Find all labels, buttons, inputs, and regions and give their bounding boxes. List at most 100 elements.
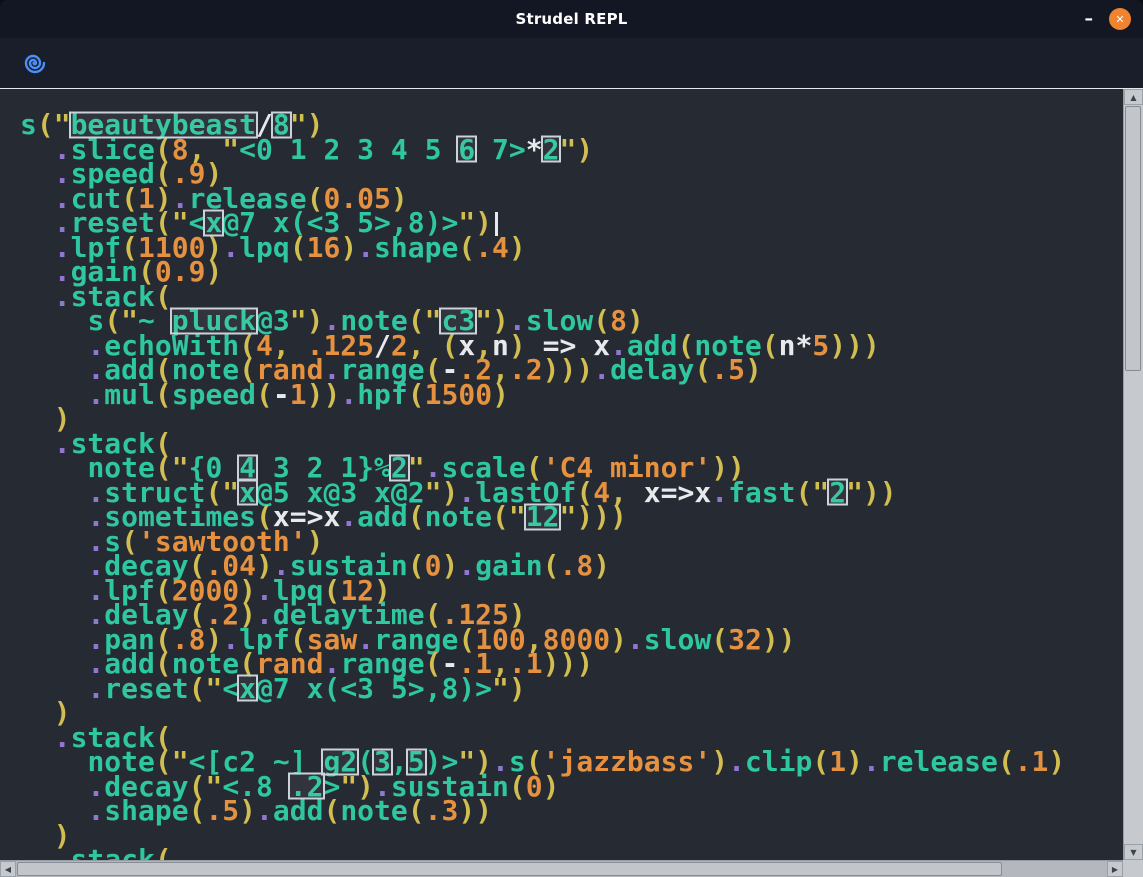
code-line: .stack( (20, 848, 1123, 860)
code-token: ) (441, 549, 458, 582)
code-token: . (340, 378, 357, 411)
code-token: )) (307, 378, 341, 411)
code-token: clip (745, 745, 812, 778)
close-button[interactable]: ✕ (1109, 8, 1131, 30)
code-token: ") (492, 672, 526, 705)
toolbar (0, 38, 1143, 88)
code-token: . (87, 794, 104, 827)
code-line: ) (20, 407, 1123, 432)
code-token: lpq (239, 231, 290, 264)
code-token: ( (189, 794, 206, 827)
code-token: 5 (812, 329, 829, 362)
window-controls: – ✕ (1085, 8, 1143, 30)
code-token: ( (694, 353, 711, 386)
code-token: 0 (526, 770, 543, 803)
code-line: ) (20, 824, 1123, 849)
active-event-highlight: 6 (458, 133, 475, 166)
code-token: 1 (290, 378, 307, 411)
code-token: ( (408, 500, 425, 533)
code-token: 0 (425, 549, 442, 582)
code-token: ))) (543, 647, 594, 680)
code-token: release (880, 745, 998, 778)
code-token: . (458, 549, 475, 582)
active-event-highlight: x (239, 476, 256, 509)
code-token: ( (323, 794, 340, 827)
code-token: ( (509, 770, 526, 803)
code-token: 'jazzbass' (543, 745, 712, 778)
code-token: - (273, 378, 290, 411)
code-token: .1 (1015, 745, 1049, 778)
active-event-highlight: pluck (172, 304, 256, 337)
code-token: ( (408, 794, 425, 827)
scroll-right-icon[interactable]: ▶ (1107, 861, 1123, 877)
code-area[interactable]: s("beautybeast/8") .slice(8, "<0 1 2 3 4… (0, 89, 1123, 860)
active-event-highlight: 5 (408, 745, 425, 778)
code-token: delay (610, 353, 694, 386)
strudel-repl-window: Strudel REPL – ✕ s("beautybeast/8") .sli… (0, 0, 1143, 877)
code-token: ")) (846, 476, 897, 509)
code-token: ( (290, 231, 307, 264)
code-token: ( (408, 549, 425, 582)
code-token: .5 (205, 794, 239, 827)
code-token: . (87, 378, 104, 411)
code-token: shape (104, 794, 188, 827)
code-token: 1500 (425, 378, 492, 411)
code-token: . (711, 476, 728, 509)
code-token: ) (745, 353, 762, 386)
code-token: add (357, 500, 408, 533)
code-token: ))) (543, 353, 594, 386)
code-token: * (526, 133, 543, 166)
active-event-highlight: g2 (323, 745, 357, 778)
code-token: ") (559, 133, 593, 166)
close-icon: ✕ (1115, 14, 1124, 25)
code-token: . (54, 843, 71, 860)
code-token: . (627, 623, 644, 656)
code-line: .gain(0.9) (20, 260, 1123, 285)
code-token: ) (239, 794, 256, 827)
code-token: ( (762, 329, 779, 362)
code-token: ) (1048, 745, 1065, 778)
code-token: note (340, 794, 407, 827)
code-token: reset (104, 672, 188, 705)
code-token: "))) (559, 500, 626, 533)
editor[interactable]: s("beautybeast/8") .slice(8, "<0 1 2 3 4… (0, 88, 1143, 877)
code-token: ))) (829, 329, 880, 362)
scroll-left-icon[interactable]: ◀ (0, 861, 16, 877)
code-token: . (222, 231, 239, 264)
code-token: 16 (307, 231, 341, 264)
code-line: ) (20, 701, 1123, 726)
code-token: .4 (475, 231, 509, 264)
scroll-up-icon[interactable]: ▲ (1124, 89, 1143, 105)
code-token: shape (374, 231, 458, 264)
minimize-button[interactable]: – (1085, 14, 1094, 24)
strudel-spiral-logo-icon[interactable] (20, 48, 50, 78)
code-line: .shape(.5).add(note(.3)) (20, 799, 1123, 824)
scroll-down-icon[interactable]: ▼ (1124, 844, 1143, 860)
vertical-scroll-thumb[interactable] (1125, 106, 1141, 371)
vertical-scrollbar[interactable]: ▲ ▼ (1123, 89, 1143, 860)
code-token: ) (610, 623, 627, 656)
active-event-highlight: 12 (526, 500, 560, 533)
horizontal-scroll-thumb[interactable] (17, 862, 1002, 876)
titlebar[interactable]: Strudel REPL – ✕ (0, 0, 1143, 38)
code-token: .8 (560, 549, 594, 582)
code-token: gain (475, 549, 542, 582)
code-token: .3 (425, 794, 459, 827)
code-token: @7 x(<3 5>,8)> (256, 672, 492, 705)
window-title: Strudel REPL (0, 10, 1143, 28)
code-token: ( (458, 231, 475, 264)
code-token: n* (779, 329, 813, 362)
code-token: . (593, 353, 610, 386)
code-token: ) (846, 745, 863, 778)
code-token: ( (543, 549, 560, 582)
horizontal-scrollbar[interactable]: ◀ ▶ (0, 860, 1123, 877)
code-token: 7> (475, 133, 526, 166)
active-event-highlight: 2 (829, 476, 846, 509)
code-token: ) (492, 378, 509, 411)
code-token: ) (509, 231, 526, 264)
code-token: note (425, 500, 492, 533)
code-token: ) (543, 770, 560, 803)
active-event-highlight: c3 (441, 304, 475, 337)
code-token (20, 843, 54, 860)
code-token: ( (998, 745, 1015, 778)
